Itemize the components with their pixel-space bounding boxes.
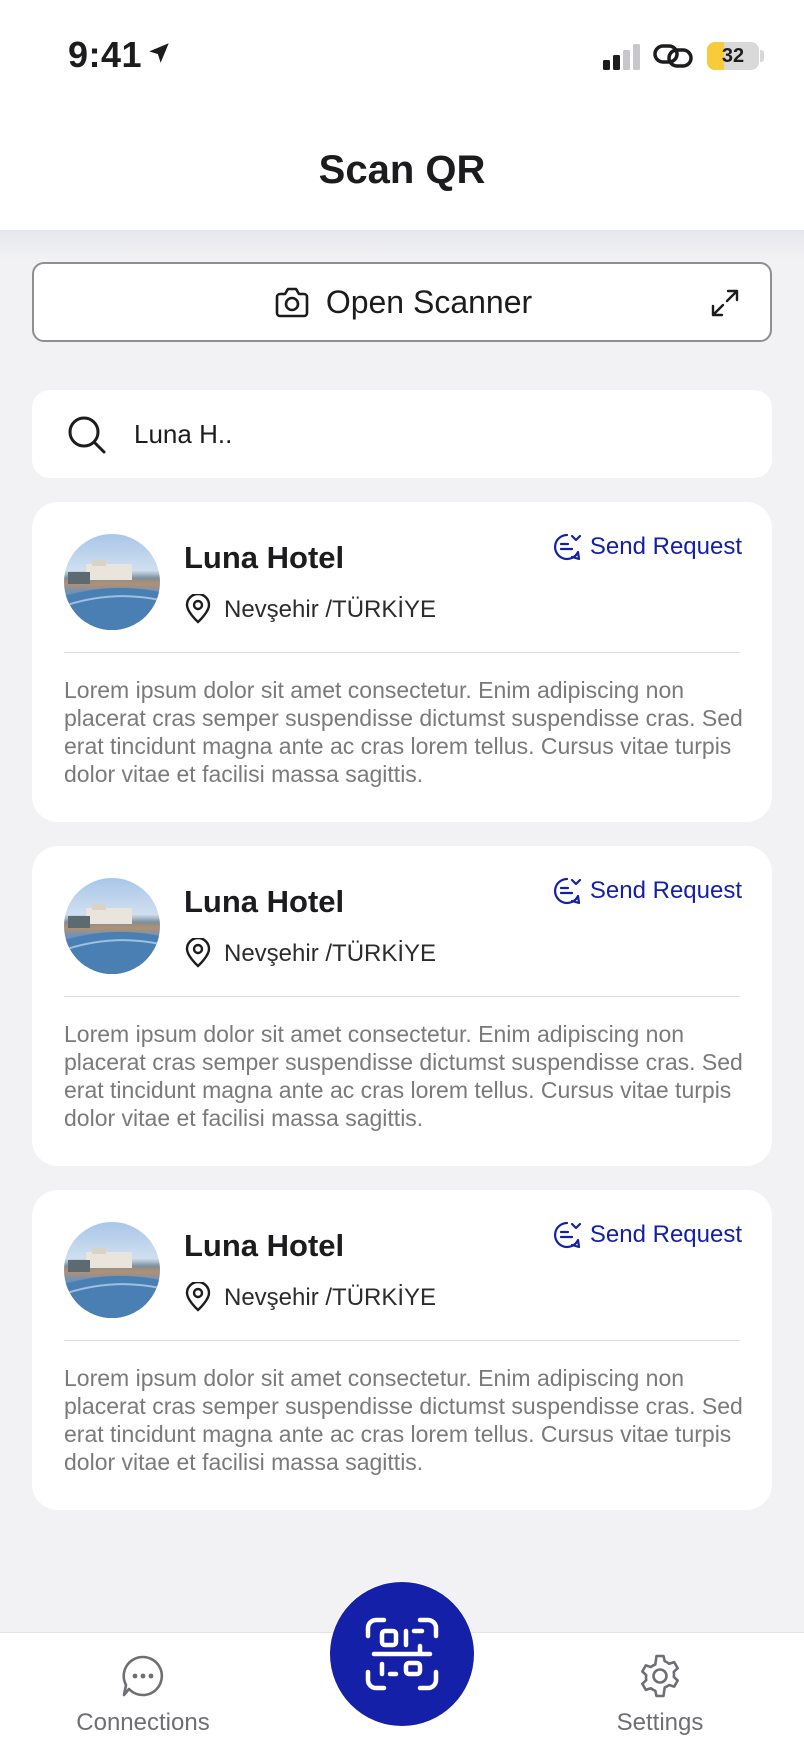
header: Scan QR (0, 110, 804, 230)
card-divider (64, 1340, 740, 1341)
header-shadow (0, 230, 804, 260)
hotel-photo-icon (64, 560, 160, 630)
battery-level: 32 (721, 44, 745, 67)
card-divider (64, 996, 740, 997)
location-pin-icon (185, 594, 211, 624)
send-request-label: Send Request (589, 1221, 742, 1248)
hotel-avatar (64, 1222, 160, 1318)
scan-qr-button[interactable] (330, 1582, 474, 1726)
search-icon (68, 416, 106, 454)
send-request-button[interactable]: Send Request (552, 876, 742, 906)
hotel-name: Luna Hotel (184, 540, 345, 575)
nav-connections[interactable]: Connections (43, 1633, 243, 1748)
hotel-location: Nevşehir /TÜRKİYE (224, 596, 437, 623)
nav-connections-label: Connections (76, 1709, 210, 1736)
chat-request-icon (553, 533, 581, 561)
expand-icon[interactable] (710, 288, 740, 318)
hotel-description: Lorem ipsum dolor sit amet consectetur. … (64, 1021, 743, 1131)
chat-request-icon (553, 877, 581, 905)
hotel-photo-icon (64, 904, 160, 974)
search-bar (32, 390, 772, 478)
gear-icon (641, 1654, 679, 1698)
qr-scan-icon (365, 1617, 439, 1691)
signal-icon (603, 44, 640, 70)
location-pin-icon (185, 938, 211, 968)
nav-settings[interactable]: Settings (560, 1633, 760, 1748)
status-bar: 9:41 32 (0, 0, 804, 110)
hotel-photo-icon (64, 1248, 160, 1318)
status-time: 9:41 (68, 34, 143, 75)
open-scanner-button[interactable]: Open Scanner (32, 262, 772, 342)
hotel-name: Luna Hotel (184, 884, 345, 919)
scanner-button-content: Open Scanner (34, 264, 770, 340)
hotel-card[interactable]: Luna Hotel Nevşehir /TÜRKİYE Send Reques… (32, 1190, 772, 1510)
nav-settings-label: Settings (616, 1709, 704, 1736)
search-input[interactable] (134, 408, 734, 460)
hotel-card[interactable]: Luna Hotel Nevşehir /TÜRKİYE Send Reques… (32, 502, 772, 822)
send-request-button[interactable]: Send Request (552, 532, 742, 562)
chat-bubble-icon (122, 1655, 164, 1697)
link-icon (653, 44, 693, 68)
card-divider (64, 652, 740, 653)
hotel-description: Lorem ipsum dolor sit amet consectetur. … (64, 1365, 743, 1475)
hotel-card[interactable]: Luna Hotel Nevşehir /TÜRKİYE Send Reques… (32, 846, 772, 1166)
hotel-description: Lorem ipsum dolor sit amet consectetur. … (64, 677, 743, 787)
page-title: Scan QR (318, 148, 486, 192)
battery-indicator: 32 (707, 42, 759, 70)
location-arrow-icon (149, 43, 169, 63)
open-scanner-label: Open Scanner (325, 283, 533, 320)
send-request-button[interactable]: Send Request (552, 1220, 742, 1250)
battery-nub (760, 50, 764, 62)
location-pin-icon (185, 1282, 211, 1312)
hotel-location: Nevşehir /TÜRKİYE (224, 940, 437, 967)
send-request-label: Send Request (589, 877, 742, 904)
hotel-location: Nevşehir /TÜRKİYE (224, 1284, 437, 1311)
camera-icon (275, 287, 309, 318)
chat-request-icon (553, 1221, 581, 1249)
hotel-avatar (64, 534, 160, 630)
hotel-avatar (64, 878, 160, 974)
send-request-label: Send Request (589, 533, 742, 560)
hotel-name: Luna Hotel (184, 1228, 345, 1263)
